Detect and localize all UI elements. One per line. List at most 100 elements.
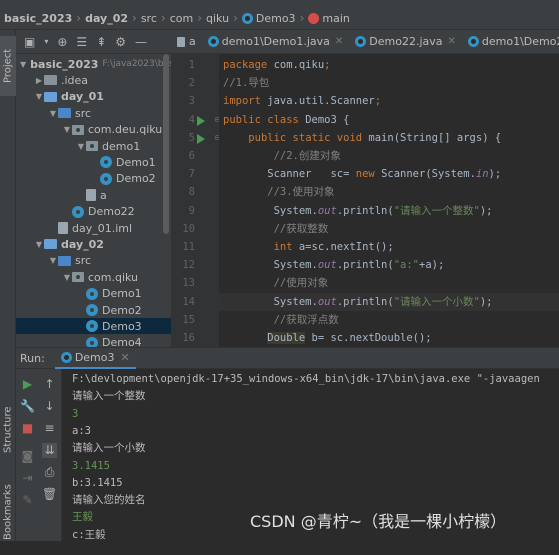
- run-gutter-icon[interactable]: [197, 115, 205, 126]
- breadcrumb-com[interactable]: com: [170, 12, 194, 25]
- tree-item-label: day_01: [61, 90, 104, 104]
- breadcrumb-src[interactable]: src: [141, 12, 157, 25]
- breadcrumb-module[interactable]: day_02: [85, 12, 128, 25]
- login-icon[interactable]: ⇥: [20, 471, 35, 486]
- code-line: System.out.println("请输入一个整数");: [219, 202, 559, 220]
- breadcrumb-class[interactable]: Demo3: [241, 12, 296, 25]
- tab-a[interactable]: a: [171, 30, 202, 53]
- locate-icon[interactable]: ⊕: [57, 35, 67, 49]
- tree-item[interactable]: a: [16, 187, 171, 203]
- wrench-icon[interactable]: 🔧: [20, 399, 35, 414]
- file-icon: [58, 222, 68, 234]
- tab-demo2[interactable]: demo1\Demo2.ja: [462, 30, 559, 53]
- tree-item[interactable]: Demo2: [16, 171, 171, 187]
- pin-icon[interactable]: ✎: [20, 493, 35, 508]
- tree-item[interactable]: ▼ basic_2023 F:\java2023\bas: [16, 56, 171, 72]
- tree-item[interactable]: Demo1: [16, 286, 171, 302]
- tree-item-label: day_02: [61, 237, 104, 251]
- dropdown-arrow-icon[interactable]: ▾: [44, 37, 48, 46]
- chevron-down-icon[interactable]: ▼: [62, 273, 72, 282]
- chevron-down-icon[interactable]: ▼: [34, 240, 44, 249]
- trash-icon[interactable]: 🗑: [42, 487, 57, 502]
- scroll-to-end-icon[interactable]: ⇊: [42, 443, 57, 458]
- tree-item[interactable]: ▼ day_02: [16, 236, 171, 252]
- run-tab-demo3[interactable]: Demo3 ✕: [54, 347, 136, 369]
- tree-item[interactable]: Demo4: [16, 335, 171, 347]
- tree-item[interactable]: Demo1: [16, 154, 171, 170]
- tree-item[interactable]: ▶ .idea: [16, 72, 171, 88]
- chevron-down-icon[interactable]: ▼: [48, 109, 58, 118]
- code-editor[interactable]: package com.qiku; //1.导包 import java.util.…: [219, 54, 559, 347]
- tree-item[interactable]: ▼ day_01: [16, 89, 171, 105]
- collapse-all-icon[interactable]: ⇞: [96, 35, 106, 49]
- code-token: in: [475, 168, 489, 181]
- console-input-line: 3.1415: [72, 459, 110, 472]
- tree-item[interactable]: ▼ src: [16, 105, 171, 121]
- tree-item[interactable]: ▼ com.deu.qiku: [16, 122, 171, 138]
- project-view-icon[interactable]: ▣: [24, 35, 35, 49]
- line-number: 14: [182, 295, 195, 308]
- tree-item[interactable]: Demo2: [16, 302, 171, 318]
- breadcrumb-method[interactable]: main: [308, 12, 350, 25]
- tree-item[interactable]: ▼ src: [16, 253, 171, 269]
- line-number: 10: [182, 222, 195, 235]
- tab-demo22[interactable]: Demo22.java ✕: [349, 30, 462, 53]
- camera-icon[interactable]: ◙: [20, 449, 35, 464]
- console-output-line: c:王毅: [72, 528, 106, 541]
- chevron-right-icon[interactable]: ▶: [34, 76, 44, 85]
- tree-item-label: src: [75, 106, 92, 120]
- tab-demo1[interactable]: demo1\Demo1.java ✕: [202, 30, 350, 53]
- chevron-down-icon[interactable]: ▼: [34, 92, 44, 101]
- rerun-icon[interactable]: ▶: [20, 377, 35, 392]
- tree-item-label: Demo3: [102, 319, 142, 333]
- breadcrumb-project[interactable]: basic_2023: [4, 12, 72, 25]
- soft-wrap-icon[interactable]: ≡: [42, 421, 57, 436]
- tree-item[interactable]: ▼ com.qiku: [16, 269, 171, 285]
- console-output-line: a:3: [72, 424, 91, 437]
- code-line: //获取浮点数: [219, 311, 559, 329]
- breadcrumb-qiku[interactable]: qiku: [206, 12, 229, 25]
- structure-tool-tab[interactable]: Structure: [0, 390, 16, 470]
- close-icon[interactable]: ✕: [448, 36, 456, 47]
- chevron-right-icon: ›: [299, 11, 305, 25]
- chevron-down-icon[interactable]: ▼: [20, 60, 26, 69]
- code-token: Double: [267, 332, 306, 344]
- code-token: ;: [374, 95, 382, 108]
- close-icon[interactable]: ✕: [335, 36, 343, 47]
- minimize-icon[interactable]: —: [135, 35, 147, 49]
- line-number: 11: [182, 241, 195, 253]
- stop-icon[interactable]: ■: [20, 421, 35, 436]
- tree-item[interactable]: day_01.iml: [16, 220, 171, 236]
- project-tree: ▼ basic_2023 F:\java2023\bas ▶ .idea ▼ day_01 ▼…: [16, 54, 171, 347]
- line-number: 8: [188, 186, 195, 199]
- chevron-down-icon[interactable]: ▼: [62, 125, 72, 134]
- tree-item[interactable]: Demo22: [16, 204, 171, 220]
- console-output-line: F:\devlopment\openjdk-17+35_windows-x64_…: [72, 373, 540, 385]
- window-top-bar: [0, 0, 559, 7]
- code-token: );: [479, 204, 493, 217]
- code-token: int: [223, 241, 299, 253]
- up-arrow-icon[interactable]: ↑: [42, 377, 57, 392]
- chevron-down-icon[interactable]: ▼: [76, 142, 86, 151]
- down-arrow-icon[interactable]: ↓: [42, 399, 57, 414]
- gear-icon[interactable]: ⚙: [115, 35, 126, 49]
- console-input-line: 王毅: [72, 511, 93, 524]
- expand-all-icon[interactable]: ☰: [76, 35, 87, 49]
- code-token: com.qiku: [273, 59, 325, 71]
- tree-item[interactable]: Demo3: [16, 318, 171, 335]
- print-icon[interactable]: ⎙: [42, 465, 57, 480]
- tree-item[interactable]: ▼ demo1: [16, 138, 171, 154]
- chevron-down-icon[interactable]: ▼: [48, 256, 58, 265]
- close-icon[interactable]: ✕: [121, 351, 130, 364]
- console-output-line: b:3.1415: [72, 476, 123, 489]
- code-token: new: [355, 168, 382, 181]
- project-tool-tab[interactable]: Project: [0, 36, 16, 96]
- tree-scrollbar[interactable]: [163, 54, 169, 234]
- class-icon: [86, 336, 98, 347]
- code-token: java.util.Scanner: [267, 95, 375, 108]
- file-icon: [86, 189, 96, 202]
- bookmarks-tool-tab[interactable]: Bookmarks: [0, 470, 16, 555]
- run-gutter-icon[interactable]: [197, 133, 205, 144]
- code-line: System.out.println("a:"+a);: [219, 256, 559, 274]
